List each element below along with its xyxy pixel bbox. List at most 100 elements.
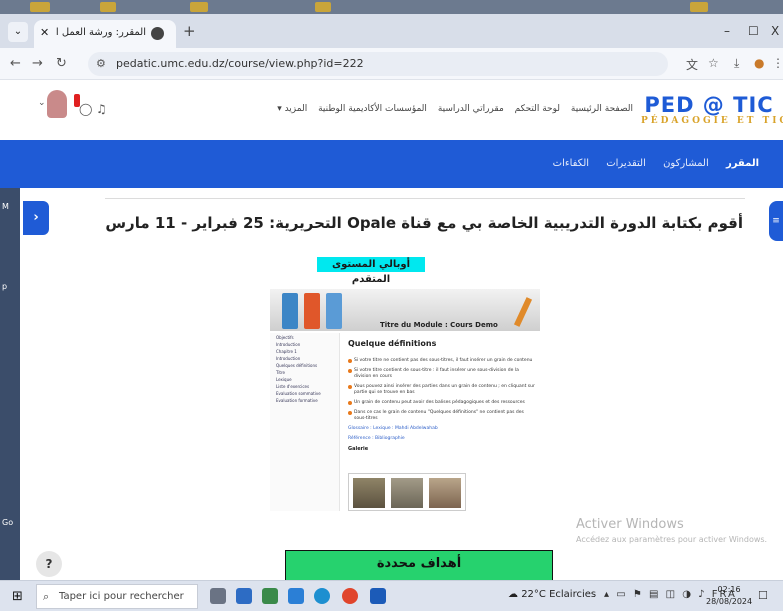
maximize-button[interactable]: ☐ [748,24,759,38]
opale-paragraph: Si votre titre ne contient pas des sous-… [348,358,536,364]
nav-home[interactable]: الصفحة الرئيسية [571,104,633,114]
opale-sidebar-item: Quelques définitions [276,363,318,368]
weather-widget[interactable]: ☁ 22°C Eclaircies [508,589,596,600]
tab-competencies[interactable]: الكفاءات [553,158,589,169]
close-window-button[interactable]: X [771,24,779,38]
section-title[interactable]: أقوم بكتابة الدورة التدريبية الخاصة بي م… [105,214,743,232]
course-navigation-bar: المقرر المشاركون التقديرات الكفاءات [0,140,783,188]
windows-activation-watermark: Activer Windows Accédez aux paramètres p… [576,517,767,544]
taskbar-app-icon[interactable] [370,588,386,604]
edge-browser-icon[interactable] [314,588,330,604]
taskbar-clock[interactable]: 02:16 28/08/2024 [706,584,752,608]
opale-paragraph: Si votre titre contient de sous-titre : … [348,368,536,380]
nav-more[interactable]: المزيد ▾ [277,104,307,114]
open-block-drawer-button[interactable]: ≡ [769,201,783,241]
back-arrow-icon[interactable]: ← [10,56,21,71]
nav-institutions[interactable]: المؤسسات الأكاديمية الوطنية [318,104,427,114]
opale-link: Glossaire : Lexique : Mahdi Abdelwahab [348,426,438,431]
book-icon [326,293,342,329]
taskbar-app-icon[interactable] [236,588,252,604]
forward-arrow-icon[interactable]: → [32,56,43,71]
messages-icon[interactable]: ◯ [79,102,92,116]
tab-participants[interactable]: المشاركون [663,158,709,169]
clock-date: 28/08/2024 [706,597,753,606]
translate-icon[interactable]: 文 [686,56,698,73]
activation-subtitle: Accédez aux paramètres pour activer Wind… [576,535,768,544]
bookmark-star-icon[interactable]: ☆ [708,56,719,70]
opale-paragraph: Dans ce cas le grain de contenu "Quelque… [348,410,536,422]
opale-paragraph: Vous pouvez ainsi insérer des parties da… [348,384,536,396]
opale-module-preview-image: Titre du Module : Cours Demo Objectifs I… [270,289,540,511]
download-icon[interactable]: ⤓ [734,56,739,71]
opale-gallery-label: Galerie [348,446,369,452]
minimize-button[interactable]: – [724,24,730,38]
taskbar-search-input[interactable]: ⌕ Taper ici pour rechercher [36,584,198,609]
tab-search-button[interactable]: ⌄ [8,22,28,42]
browser-address-bar: ← → ↻ ⚙ pedatic.umc.edu.dz/course/view.p… [0,48,783,80]
opale-sidebar-item: Titre [276,370,286,375]
primary-navigation: الصفحة الرئيسية لوحة التحكم مقرراتي الدر… [269,104,633,114]
search-placeholder: Taper ici pour rechercher [59,591,184,602]
weather-text: 22°C Eclaircies [521,589,597,600]
goals-title: أهداف محددة [376,556,462,571]
windows-start-icon[interactable]: ⊞ [12,589,23,604]
help-button[interactable]: ? [36,551,62,577]
tab-course[interactable]: المقرر [726,158,759,169]
pencil-icon [513,297,533,327]
opale-sidebar-item: Introduction [276,342,301,347]
browser-tab-active[interactable]: ✕ المقرر: ورشة العمل الأولى: أدوات [34,20,176,48]
tab-favicon-icon [151,27,164,40]
level-badge: أوبالي المستوى المتقدم [317,257,425,285]
desktop-left-edge: M p Go [0,188,20,580]
opale-gallery [348,473,466,511]
profile-icon[interactable]: ● [754,56,764,70]
task-view-icon[interactable] [210,588,226,604]
bell-icon[interactable]: ♫ [96,102,107,116]
opale-main: Quelque définitions Si votre titre ne co… [348,339,536,452]
tab-title: المقرر: ورشة العمل الأولى: أدوات [56,27,146,38]
clock-time: 02:16 [717,585,741,594]
logo-main-text: PED @ TIC [644,93,774,117]
nav-my-courses[interactable]: مقرراتي الدراسية [438,104,504,114]
open-course-index-button[interactable]: › [23,201,49,235]
nav-dashboard[interactable]: لوحة التحكم [515,104,560,114]
gallery-thumbnail [391,478,423,508]
opale-sidebar-item: Lexique [276,377,292,382]
new-tab-button[interactable]: + [183,22,196,40]
opale-sidebar-item: Evaluation sommative [276,391,321,396]
opale-sidebar-item: Chapitre 1 [276,349,297,354]
reload-icon[interactable]: ↻ [56,56,67,71]
opale-sidebar: Objectifs Introduction Chapitre 1 Introd… [270,333,340,511]
section-title-text: أقوم بكتابة الدورة التدريبية الخاصة بي م… [105,214,743,232]
url-field[interactable]: ⚙ pedatic.umc.edu.dz/course/view.php?id=… [88,52,668,76]
opale-paragraph: Un grain de contenu peut avoir des balis… [348,400,536,406]
site-header: ⌄ ◯ ♫ الصفحة الرئيسية لوحة التحكم مقررات… [0,80,783,140]
browser-menu-icon[interactable]: ⋮ [772,56,783,70]
site-info-icon[interactable]: ⚙ [96,57,106,70]
site-logo[interactable]: PED @ TIC PÉDAGOGIE ET TIC [641,93,783,126]
opale-banner: Titre du Module : Cours Demo [270,289,540,331]
section-divider [105,198,745,199]
browser-tab-bar: ⌄ ✕ المقرر: ورشة العمل الأولى: أدوات + –… [0,14,783,48]
logo-sub-text: PÉDAGOGIE ET TIC [641,116,783,126]
opale-heading: Quelque définitions [348,339,437,348]
gallery-thumbnail [429,478,461,508]
url-text: pedatic.umc.edu.dz/course/view.php?id=22… [116,57,364,70]
tab-close-icon[interactable]: ✕ [40,26,49,39]
notification-center-icon[interactable]: ☐ [758,589,768,602]
search-icon: ⌕ [43,590,50,603]
opale-sidebar-item: Evaluation formative [276,398,318,403]
desktop-background-strip [0,0,783,14]
taskbar-app-icon[interactable] [262,588,278,604]
opale-sidebar-item: Introduction [276,356,301,361]
mail-icon[interactable] [288,588,304,604]
chrome-browser-icon[interactable] [342,588,358,604]
activation-title: Activer Windows [576,517,684,532]
tab-grades[interactable]: التقديرات [606,158,646,169]
goals-banner: أهداف محددة [285,550,553,580]
chevron-down-icon[interactable]: ⌄ [38,98,46,108]
user-avatar[interactable] [47,90,67,118]
opale-sidebar-item: Liste d'exercices [276,384,310,389]
book-icon [304,293,320,329]
opale-module-title: Titre du Module : Cours Demo [380,321,498,329]
